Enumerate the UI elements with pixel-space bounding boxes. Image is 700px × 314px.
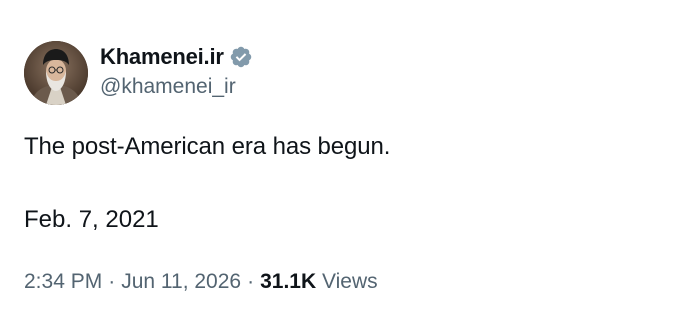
views-label: Views: [322, 270, 378, 293]
tweet-date[interactable]: Jun 11, 2026: [121, 270, 241, 293]
tweet-text-line2: Feb. 7, 2021: [24, 206, 159, 233]
author-handle[interactable]: @khamenei_ir: [100, 75, 236, 99]
meta-separator-2: ·: [247, 270, 255, 293]
tweet-meta: 2:34 PM · Jun 11, 2026 · 31.1K Views: [24, 270, 378, 294]
author-display-name[interactable]: Khamenei.ir: [100, 44, 224, 70]
avatar-portrait-icon: [24, 41, 88, 105]
avatar[interactable]: [24, 41, 88, 105]
verified-badge-icon[interactable]: [229, 45, 253, 69]
views-count[interactable]: 31.1K: [260, 270, 316, 293]
tweet-card: Khamenei.ir @khamenei_ir The post-Americ…: [0, 0, 700, 314]
tweet-text: The post-American era has begun.: [24, 133, 391, 160]
author-name-row: Khamenei.ir: [100, 42, 253, 72]
tweet-time[interactable]: 2:34 PM: [24, 270, 102, 293]
meta-separator: ·: [108, 270, 116, 293]
